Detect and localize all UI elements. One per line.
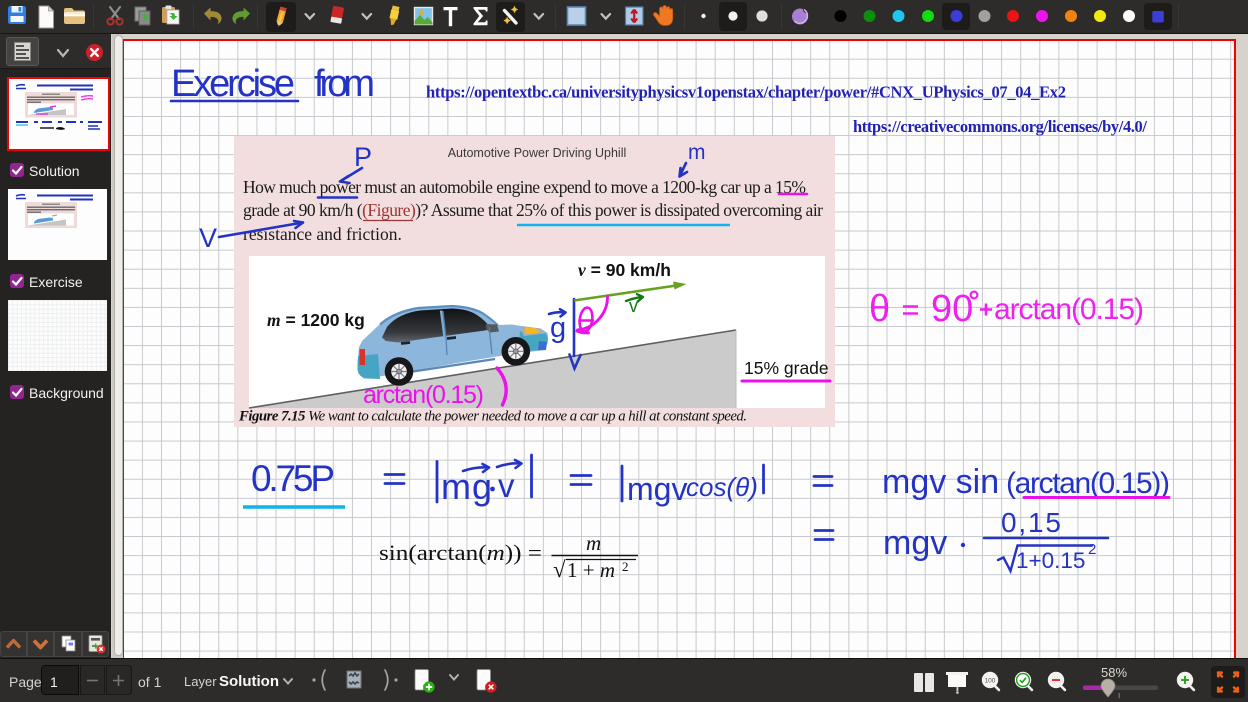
svg-text:100: 100 xyxy=(985,678,996,685)
svg-text:58%: 58% xyxy=(1101,666,1127,680)
